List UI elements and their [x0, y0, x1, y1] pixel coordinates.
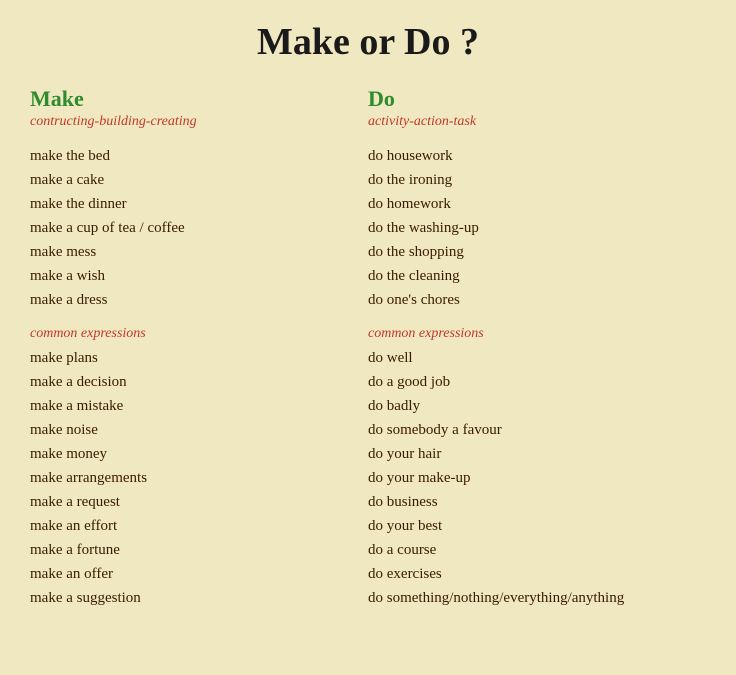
make-column: Make contructing-building-creating make … [30, 86, 368, 610]
list-item: make a dress [30, 288, 358, 312]
list-item: do housework [368, 144, 696, 168]
list-item: make an offer [30, 562, 358, 586]
list-item: make the bed [30, 144, 358, 168]
do-common-label: common expressions [368, 326, 696, 342]
list-item: do your best [368, 514, 696, 538]
list-item: do somebody a favour [368, 418, 696, 442]
list-item: make a decision [30, 370, 358, 394]
list-item: do the ironing [368, 168, 696, 192]
make-main-list: make the bedmake a cakemake the dinnerma… [30, 144, 358, 312]
list-item: make a wish [30, 264, 358, 288]
list-item: do a good job [368, 370, 696, 394]
list-item: make money [30, 442, 358, 466]
make-common-label: common expressions [30, 326, 358, 342]
list-item: do a course [368, 538, 696, 562]
list-item: make mess [30, 240, 358, 264]
list-item: make noise [30, 418, 358, 442]
list-item: do exercises [368, 562, 696, 586]
make-common-list: make plansmake a decisionmake a mistakem… [30, 346, 358, 610]
do-column: Do activity-action-task do houseworkdo t… [368, 86, 706, 610]
make-subtitle: contructing-building-creating [30, 114, 358, 130]
list-item: make a request [30, 490, 358, 514]
do-subtitle: activity-action-task [368, 114, 696, 130]
list-item: make a cake [30, 168, 358, 192]
do-header: Do [368, 86, 696, 112]
list-item: do the shopping [368, 240, 696, 264]
list-item: make plans [30, 346, 358, 370]
list-item: make the dinner [30, 192, 358, 216]
page-title: Make or Do ? [30, 20, 706, 64]
list-item: do homework [368, 192, 696, 216]
list-item: do well [368, 346, 696, 370]
list-item: do the washing-up [368, 216, 696, 240]
do-main-list: do houseworkdo the ironingdo homeworkdo … [368, 144, 696, 312]
list-item: do your make-up [368, 466, 696, 490]
list-item: make an effort [30, 514, 358, 538]
list-item: make a suggestion [30, 586, 358, 610]
do-common-list: do welldo a good jobdo badlydo somebody … [368, 346, 696, 610]
list-item: do one's chores [368, 288, 696, 312]
list-item: do badly [368, 394, 696, 418]
list-item: make arrangements [30, 466, 358, 490]
list-item: do business [368, 490, 696, 514]
list-item: make a mistake [30, 394, 358, 418]
list-item: do your hair [368, 442, 696, 466]
list-item: make a fortune [30, 538, 358, 562]
list-item: do something/nothing/everything/anything [368, 586, 696, 610]
list-item: make a cup of tea / coffee [30, 216, 358, 240]
list-item: do the cleaning [368, 264, 696, 288]
make-header: Make [30, 86, 358, 112]
